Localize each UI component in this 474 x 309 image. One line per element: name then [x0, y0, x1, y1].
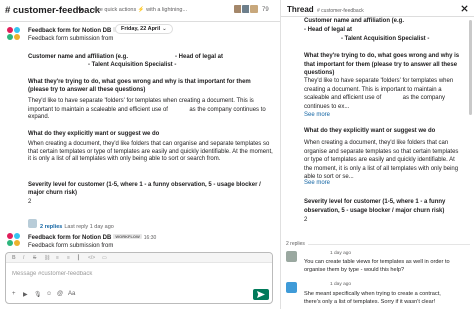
italic-icon[interactable]: I [23, 255, 24, 261]
customer-label: Customer name and affiliation (e.g. [28, 54, 129, 60]
explicit-label: What do they explicitly want or suggest … [304, 128, 436, 134]
customer-value-1: - Head of legal at [175, 54, 224, 60]
message-composer: B I S ⛓ ≡ ≡ ▎ </> ▭ + ▶ 🎙 ☺ @ Aa [5, 252, 273, 304]
text-format-icon[interactable]: Aa [68, 291, 75, 297]
avatar [28, 219, 37, 229]
member-count[interactable]: 79 [262, 7, 269, 13]
severity-label: Severity level for customer (1-5, where … [304, 199, 446, 214]
avatar[interactable] [286, 251, 297, 262]
thread-channel-link[interactable]: # customer-feedback [317, 8, 364, 14]
reply-text-line: organise them by type - would this help? [304, 267, 405, 273]
video-icon[interactable]: ▶ [23, 291, 28, 298]
strikethrough-icon[interactable]: S [33, 255, 36, 261]
emoji-icon[interactable]: ☺ [46, 291, 52, 297]
scrollbar[interactable] [469, 20, 472, 115]
replies-count[interactable]: 2 replies [40, 224, 62, 230]
close-icon[interactable] [460, 4, 469, 13]
chevron-down-icon: ⌄ [162, 26, 167, 32]
avatar[interactable] [286, 282, 297, 293]
replies-count-label: 2 replies [286, 241, 308, 247]
code-icon[interactable]: </> [88, 255, 95, 261]
customer-label: Customer name and affiliation (e.g. [304, 18, 405, 24]
reply-text-line: She meant specifically when trying to cr… [304, 291, 441, 297]
message-app-name[interactable]: Feedback form for Notion DB WORKFLOW 16:30 [28, 234, 156, 241]
customer-value-1: - Head of legal at [304, 27, 353, 33]
thread-title: Thread [287, 5, 314, 14]
what-value: They'd like to have separate 'folders' f… [28, 98, 266, 121]
thread-header: Thread # customer-feedback [281, 0, 474, 17]
message-time[interactable]: 16:30 [144, 235, 157, 241]
workflow-tag: WORKFLOW [113, 234, 142, 239]
message-input[interactable] [12, 269, 262, 279]
bullet-list-icon[interactable]: ≡ [67, 255, 70, 261]
reply-time[interactable]: 1 day ago [330, 282, 351, 287]
see-more-link[interactable]: See more [304, 112, 330, 118]
mention-icon[interactable]: @ [57, 291, 63, 297]
submission-line: Feedback form submission from [28, 36, 114, 42]
see-more-link[interactable]: See more [304, 180, 330, 186]
channel-header: # customer-feedback use quick actions ⚡ … [0, 0, 280, 22]
severity-value: 2 [28, 199, 32, 205]
thread-replies-link[interactable]: 2 replies Last reply 1 day ago [28, 215, 114, 230]
bold-icon[interactable]: B [12, 255, 16, 261]
reply-text-line: there's only a list of templates. Sorry … [304, 299, 436, 305]
customer-value-2: - Talent Acquisition Specialist - [341, 36, 430, 42]
microphone-icon[interactable]: 🎙 [34, 291, 42, 298]
ordered-list-icon[interactable]: ≡ [56, 255, 59, 261]
what-value: They'd like to have separate 'folders' f… [304, 78, 454, 110]
explicit-value: When creating a document, they'd like fo… [304, 140, 459, 181]
severity-label: Severity level for customer (1-5, where … [28, 182, 261, 196]
submission-line: Feedback form submission from [28, 243, 114, 249]
plus-icon[interactable]: + [12, 291, 16, 297]
date-label: Friday, 22 April [121, 26, 161, 32]
chevron-down-icon[interactable] [77, 6, 84, 13]
code-block-icon[interactable]: ▭ [102, 255, 107, 261]
send-icon [257, 291, 265, 298]
last-reply: Last reply 1 day ago [64, 224, 114, 230]
format-toolbar: B I S ⛓ ≡ ≡ ▎ </> ▭ [6, 253, 272, 263]
customer-value-2: - Talent Acquisition Specialist - [88, 62, 177, 68]
pinwheel-icon[interactable] [7, 233, 21, 247]
what-label: What they're trying to do, what goes wro… [28, 79, 251, 93]
send-button[interactable] [253, 289, 269, 300]
what-label: What they're trying to do, what goes wro… [304, 53, 460, 77]
channel-topic[interactable]: use quick actions ⚡ with a lightning... [94, 7, 187, 13]
reply-time[interactable]: 1 day ago [330, 251, 351, 256]
channel-pane: # customer-feedback use quick actions ⚡ … [0, 0, 280, 309]
severity-value: 2 [304, 217, 308, 223]
reply-text-line: You can create table views for templates… [304, 259, 450, 265]
quote-icon[interactable]: ▎ [78, 255, 82, 261]
channel-name[interactable]: # customer-feedback [5, 5, 100, 16]
explicit-value: When creating a document, they'd like fo… [28, 141, 273, 163]
replies-divider: 2 replies [281, 241, 474, 247]
thread-pane: Thread # customer-feedback Customer name… [281, 0, 474, 309]
avatar [249, 4, 259, 14]
date-divider-pill[interactable]: Friday, 22 April ⌄ [115, 24, 173, 34]
link-icon[interactable]: ⛓ [44, 255, 50, 261]
explicit-label: What do they explicitly want or suggest … [28, 131, 160, 137]
pinwheel-icon[interactable] [7, 27, 21, 41]
